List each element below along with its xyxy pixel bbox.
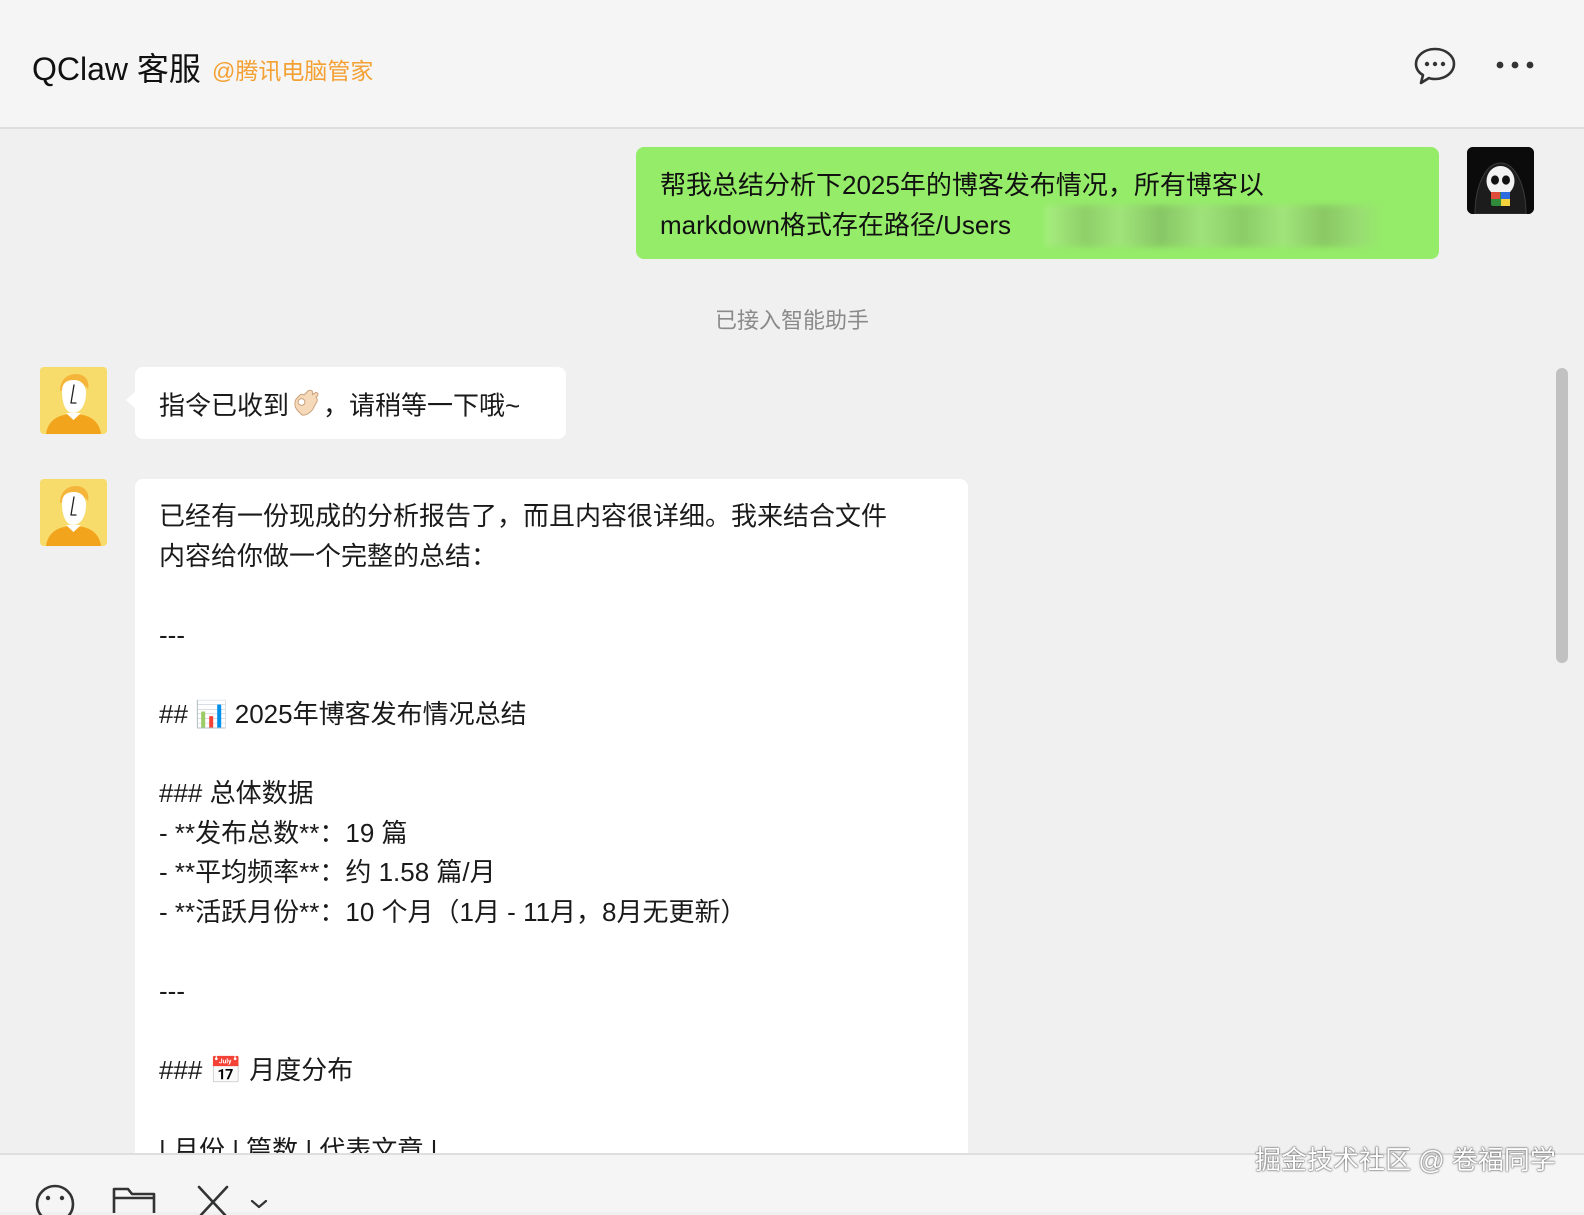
message-line: - **平均频率**：约 1.58 篇/月 xyxy=(159,857,496,888)
user-message-line-1: 帮我总结分析下2025年的博客发布情况，所有博客以 xyxy=(660,170,1264,200)
message-line: - **发布总数**：19 篇 xyxy=(159,817,408,848)
emoji-icon[interactable] xyxy=(34,1183,78,1215)
bot-message-bubble-long[interactable]: 已经有一份现成的分析报告了，而且内容很详细。我来结合文件 内容给你做一个完整的总… xyxy=(135,479,968,1179)
message-line: ### 总体数据 xyxy=(159,778,314,809)
message-line: ## 📊 2025年博客发布情况总结 xyxy=(159,698,527,729)
skull-avatar-icon xyxy=(1467,147,1534,214)
bot-avatar[interactable] xyxy=(40,367,107,434)
message-line xyxy=(159,735,944,775)
ok-hand-icon xyxy=(289,385,323,431)
message-line: 已经有一份现成的分析报告了，而且内容很详细。我来结合文件 xyxy=(159,501,888,531)
redacted-path-blur xyxy=(1045,205,1385,247)
user-avatar[interactable] xyxy=(1467,147,1534,214)
scrollbar-thumb[interactable] xyxy=(1556,368,1568,663)
message-line xyxy=(159,655,944,695)
message-line: --- xyxy=(159,619,185,650)
scissors-icon[interactable] xyxy=(195,1183,235,1215)
more-icon[interactable] xyxy=(1494,52,1536,78)
chat-title: QClaw 客服 xyxy=(32,51,201,87)
watermark: 掘金技术社区 @ 卷福同学 xyxy=(1255,1145,1556,1175)
folder-icon[interactable] xyxy=(111,1183,157,1215)
bot-message-bubble[interactable]: 指令已收到 ，请稍等一下哦~ xyxy=(126,367,566,439)
message-line xyxy=(159,576,944,616)
message-line xyxy=(159,1012,944,1052)
chat-header: QClaw 客服 @腾讯电脑管家 xyxy=(0,0,1584,129)
message-line: --- xyxy=(159,976,185,1007)
system-notice: 已接入智能助手 xyxy=(714,308,869,333)
chat-subtitle[interactable]: @腾讯电脑管家 xyxy=(212,52,373,86)
user-message-line-2-text: markdown格式存在路径/Users xyxy=(660,210,1012,240)
bot-avatar[interactable] xyxy=(40,479,107,546)
message-line: ### 📅 月度分布 xyxy=(159,1055,354,1086)
chat-bubble-icon[interactable] xyxy=(1413,46,1457,86)
bot-avatar-icon xyxy=(40,479,107,546)
message-line: 内容给你做一个完整的总结： xyxy=(159,540,498,571)
bot-message-1-text: 指令已收到 xyxy=(159,390,290,421)
message-line xyxy=(159,933,944,973)
bot-message-1-text-2: ，请稍等一下哦~ xyxy=(323,390,521,421)
message-line xyxy=(159,1091,944,1131)
bot-avatar-icon xyxy=(40,367,107,434)
message-line: - **活跃月份**：10 个月（1月 - 11月，8月无更新） xyxy=(159,896,747,927)
